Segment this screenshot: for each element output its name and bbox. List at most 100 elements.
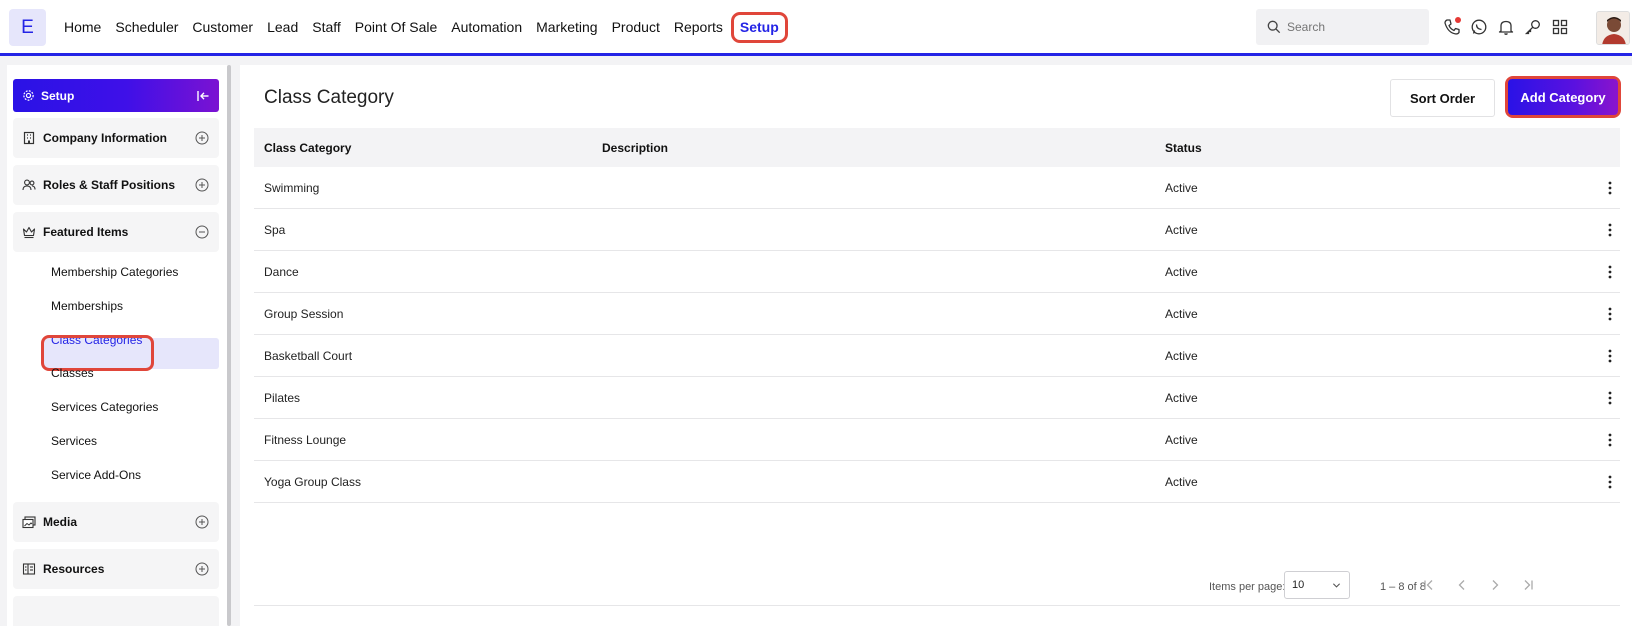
sidebar-section-media[interactable]: Media <box>13 502 219 542</box>
collapse-minus-icon[interactable] <box>195 225 209 239</box>
user-avatar[interactable] <box>1596 11 1630 45</box>
sidebar-item-memberships[interactable]: Memberships <box>51 299 123 313</box>
cell-status: Active <box>1165 390 1198 405</box>
sidebar-item-service-add-ons[interactable]: Service Add-Ons <box>51 468 141 482</box>
more-vertical-icon[interactable] <box>1603 222 1617 238</box>
nav-customer[interactable]: Customer <box>186 12 259 43</box>
nav-automation[interactable]: Automation <box>445 12 528 43</box>
table-row[interactable]: Group Session Active <box>254 293 1620 335</box>
sidebar-section-resources[interactable]: Resources <box>13 549 219 589</box>
sort-order-button[interactable]: Sort Order <box>1390 79 1495 117</box>
sidebar-section-company-information[interactable]: Company Information <box>13 118 219 158</box>
phone-icon[interactable] <box>1442 17 1462 37</box>
sidebar-title: Setup <box>41 88 75 103</box>
first-page-icon[interactable] <box>1421 577 1437 593</box>
nav-product[interactable]: Product <box>606 12 666 43</box>
media-icon <box>22 516 36 529</box>
sidebar-section-label: Roles & Staff Positions <box>43 178 176 192</box>
column-header-status[interactable]: Status <box>1165 141 1202 155</box>
more-vertical-icon[interactable] <box>1603 264 1617 280</box>
collapse-sidebar-icon[interactable] <box>196 89 210 103</box>
cell-status: Active <box>1165 264 1198 279</box>
more-vertical-icon[interactable] <box>1603 474 1617 490</box>
table-row[interactable]: Spa Active <box>254 209 1620 251</box>
more-vertical-icon[interactable] <box>1603 306 1617 322</box>
sidebar-section-label: Resources <box>43 562 105 576</box>
expand-plus-icon[interactable] <box>195 178 209 192</box>
nav-point-of-sale[interactable]: Point Of Sale <box>349 12 444 43</box>
sidebar-section-label: Media <box>43 515 78 529</box>
gear-icon <box>23 90 34 101</box>
resources-icon <box>22 563 36 575</box>
building-icon <box>23 131 35 145</box>
notification-dot <box>1455 17 1461 23</box>
table-row[interactable]: Dance Active <box>254 251 1620 293</box>
grid-icon[interactable] <box>1550 17 1570 37</box>
table-header: Class Category Description Status <box>254 128 1620 167</box>
cell-status: Active <box>1165 180 1198 195</box>
sidebar-section-label: Company Information <box>43 131 168 145</box>
table-row[interactable]: Fitness Lounge Active <box>254 419 1620 461</box>
table-row[interactable]: Yoga Group Class Active <box>254 461 1620 503</box>
sidebar-section-label: Featured Items <box>43 225 129 239</box>
last-page-icon[interactable] <box>1520 577 1536 593</box>
cell-status: Active <box>1165 306 1198 321</box>
expand-plus-icon[interactable] <box>195 131 209 145</box>
sidebar-item-membership-categories[interactable]: Membership Categories <box>51 265 178 279</box>
items-per-page-value: 10 <box>1292 579 1305 591</box>
users-icon <box>22 179 36 191</box>
table-row[interactable]: Pilates Active <box>254 377 1620 419</box>
search-input[interactable] <box>1287 20 1417 34</box>
table-row[interactable]: Swimming Active <box>254 167 1620 209</box>
whatsapp-icon[interactable] <box>1469 17 1489 37</box>
main-content: Class Category Sort Order Add Category C… <box>240 65 1632 626</box>
items-per-page-select[interactable]: 10 <box>1284 571 1350 599</box>
sidebar-item-services-categories[interactable]: Services Categories <box>51 400 158 414</box>
bell-icon[interactable] <box>1496 17 1516 37</box>
app-logo[interactable]: E <box>9 9 46 46</box>
more-vertical-icon[interactable] <box>1603 432 1617 448</box>
sidebar-scrollbar[interactable] <box>227 65 231 626</box>
more-vertical-icon[interactable] <box>1603 180 1617 196</box>
expand-plus-icon[interactable] <box>195 515 209 529</box>
page-range-label: 1 – 8 of 8 <box>1380 581 1426 593</box>
table-row[interactable]: Basketball Court Active <box>254 335 1620 377</box>
nav-scheduler[interactable]: Scheduler <box>109 12 184 43</box>
nav-lead[interactable]: Lead <box>261 12 304 43</box>
add-category-button[interactable]: Add Category <box>1508 79 1618 115</box>
nav-marketing[interactable]: Marketing <box>530 12 603 43</box>
next-page-icon[interactable] <box>1487 577 1503 593</box>
nav-home[interactable]: Home <box>58 12 107 43</box>
sidebar-section-roles-staff-positions[interactable]: Roles & Staff Positions <box>13 165 219 205</box>
cell-status: Active <box>1165 222 1198 237</box>
nav-staff[interactable]: Staff <box>306 12 347 43</box>
sidebar-section-more[interactable] <box>13 596 219 626</box>
cell-status: Active <box>1165 474 1198 489</box>
column-header-description[interactable]: Description <box>602 141 668 155</box>
cell-class-category: Spa <box>264 222 286 237</box>
top-bar: E Home Scheduler Customer Lead Staff Poi… <box>0 0 1632 56</box>
search-box[interactable] <box>1256 9 1429 45</box>
crown-icon <box>22 226 36 239</box>
chevron-down-icon <box>1332 583 1341 588</box>
class-category-table: Class Category Description Status Swimmi… <box>254 128 1620 503</box>
sidebar: Setup Company Information Roles & Staff … <box>7 65 229 626</box>
more-vertical-icon[interactable] <box>1603 390 1617 406</box>
more-vertical-icon[interactable] <box>1603 348 1617 364</box>
sidebar-section-featured-items[interactable]: Featured Items <box>13 212 219 252</box>
nav-setup[interactable]: Setup <box>730 11 788 43</box>
cell-class-category: Pilates <box>264 390 301 405</box>
items-per-page-label: Items per page: <box>1209 581 1286 593</box>
cell-class-category: Swimming <box>264 180 320 195</box>
key-icon[interactable] <box>1523 17 1543 37</box>
page-title: Class Category <box>264 87 394 108</box>
sidebar-item-services[interactable]: Services <box>51 434 97 448</box>
nav-reports[interactable]: Reports <box>668 12 729 43</box>
column-header-class-category[interactable]: Class Category <box>264 141 351 155</box>
top-icons <box>1442 17 1577 37</box>
previous-page-icon[interactable] <box>1454 577 1470 593</box>
expand-plus-icon[interactable] <box>195 562 209 576</box>
sidebar-item-classes[interactable]: Classes <box>51 366 94 380</box>
paginator: Items per page: 10 1 – 8 of 8 <box>254 565 1620 606</box>
cell-class-category: Yoga Group Class <box>264 474 361 489</box>
